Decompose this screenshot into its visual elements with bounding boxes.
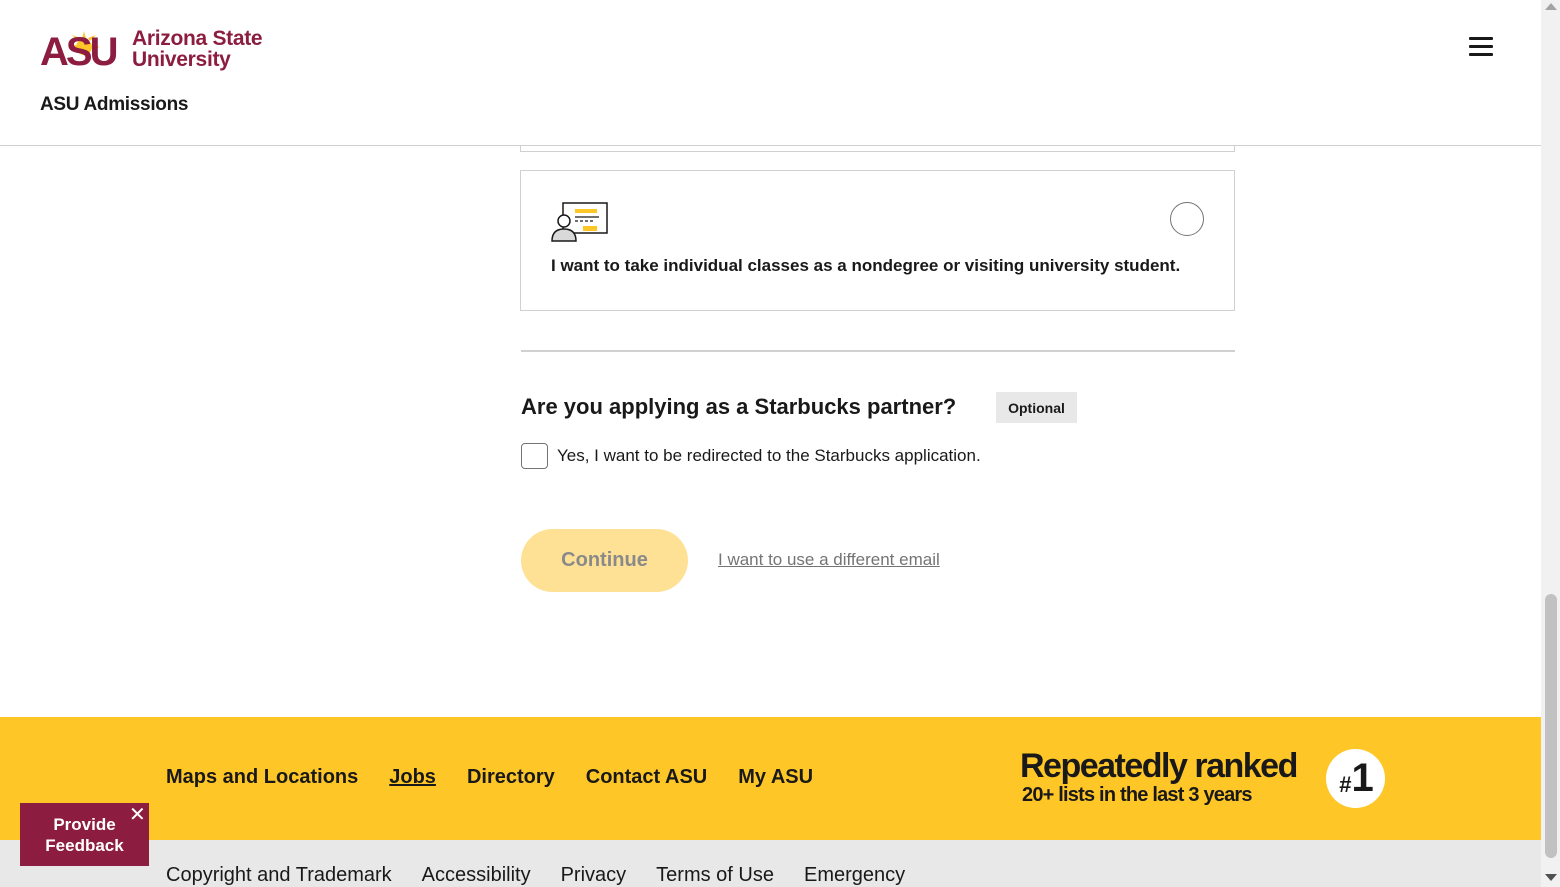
ranked-headline: Repeatedly ranked xyxy=(1020,747,1298,785)
footer-link-my-asu[interactable]: My ASU xyxy=(738,766,813,789)
legal-link-emergency[interactable]: Emergency xyxy=(804,864,905,887)
section-divider xyxy=(521,350,1235,352)
legal-link-terms[interactable]: Terms of Use xyxy=(656,864,774,887)
svg-text:ASU: ASU xyxy=(40,30,117,69)
legal-nav: Copyright and Trademark Accessibility Pr… xyxy=(166,864,935,887)
optional-badge: Optional xyxy=(996,392,1077,423)
footer-nav: Maps and Locations Jobs Directory Contac… xyxy=(166,766,844,789)
ranked-subline: 20+ lists in the last 3 years xyxy=(1022,784,1253,806)
different-email-link[interactable]: I want to use a different email xyxy=(718,550,940,570)
ranked-banner[interactable]: Repeatedly ranked 20+ lists in the last … xyxy=(1020,747,1298,806)
university-name-line2: University xyxy=(132,48,231,71)
scroll-down-arrow-icon[interactable] xyxy=(1545,874,1557,881)
asu-logo[interactable]: ASU Arizona State University xyxy=(40,27,263,71)
ranked-number-one-badge: # 1 xyxy=(1326,749,1385,808)
continue-button[interactable]: Continue xyxy=(521,529,688,592)
site-header: ASU Arizona State University ASU Admissi… xyxy=(0,0,1541,146)
starbucks-question: Are you applying as a Starbucks partner? xyxy=(521,394,957,419)
ranked-badge-hash: # xyxy=(1339,771,1352,797)
footer-link-maps[interactable]: Maps and Locations xyxy=(166,766,358,789)
scrollbar-thumb[interactable] xyxy=(1545,594,1557,858)
close-icon[interactable]: ✕ xyxy=(129,805,146,825)
asu-logo-mark-icon: ASU xyxy=(40,30,120,69)
scroll-up-arrow-icon[interactable] xyxy=(1545,3,1557,10)
ranked-badge-number: 1 xyxy=(1351,756,1374,800)
university-name: Arizona State University xyxy=(132,27,263,71)
starbucks-checkbox-label[interactable]: Yes, I want to be redirected to the Star… xyxy=(557,446,981,466)
option-card-nondegree[interactable]: I want to take individual classes as a n… xyxy=(520,170,1235,311)
site-title[interactable]: ASU Admissions xyxy=(40,94,188,116)
footer-link-contact[interactable]: Contact ASU xyxy=(586,766,707,789)
university-name-line1: Arizona State xyxy=(132,27,263,50)
option-label-nondegree: I want to take individual classes as a n… xyxy=(551,256,1181,275)
hamburger-icon[interactable] xyxy=(1469,37,1493,59)
student-id-card-icon xyxy=(551,202,608,242)
legal-link-copyright[interactable]: Copyright and Trademark xyxy=(166,864,392,887)
footer-link-directory[interactable]: Directory xyxy=(467,766,555,789)
feedback-line2: Feedback xyxy=(45,836,124,855)
option-radio-nondegree[interactable] xyxy=(1170,202,1204,236)
legal-link-privacy[interactable]: Privacy xyxy=(561,864,627,887)
legal-link-accessibility[interactable]: Accessibility xyxy=(422,864,531,887)
footer-link-jobs[interactable]: Jobs xyxy=(389,766,436,789)
starbucks-checkbox[interactable] xyxy=(521,443,548,469)
